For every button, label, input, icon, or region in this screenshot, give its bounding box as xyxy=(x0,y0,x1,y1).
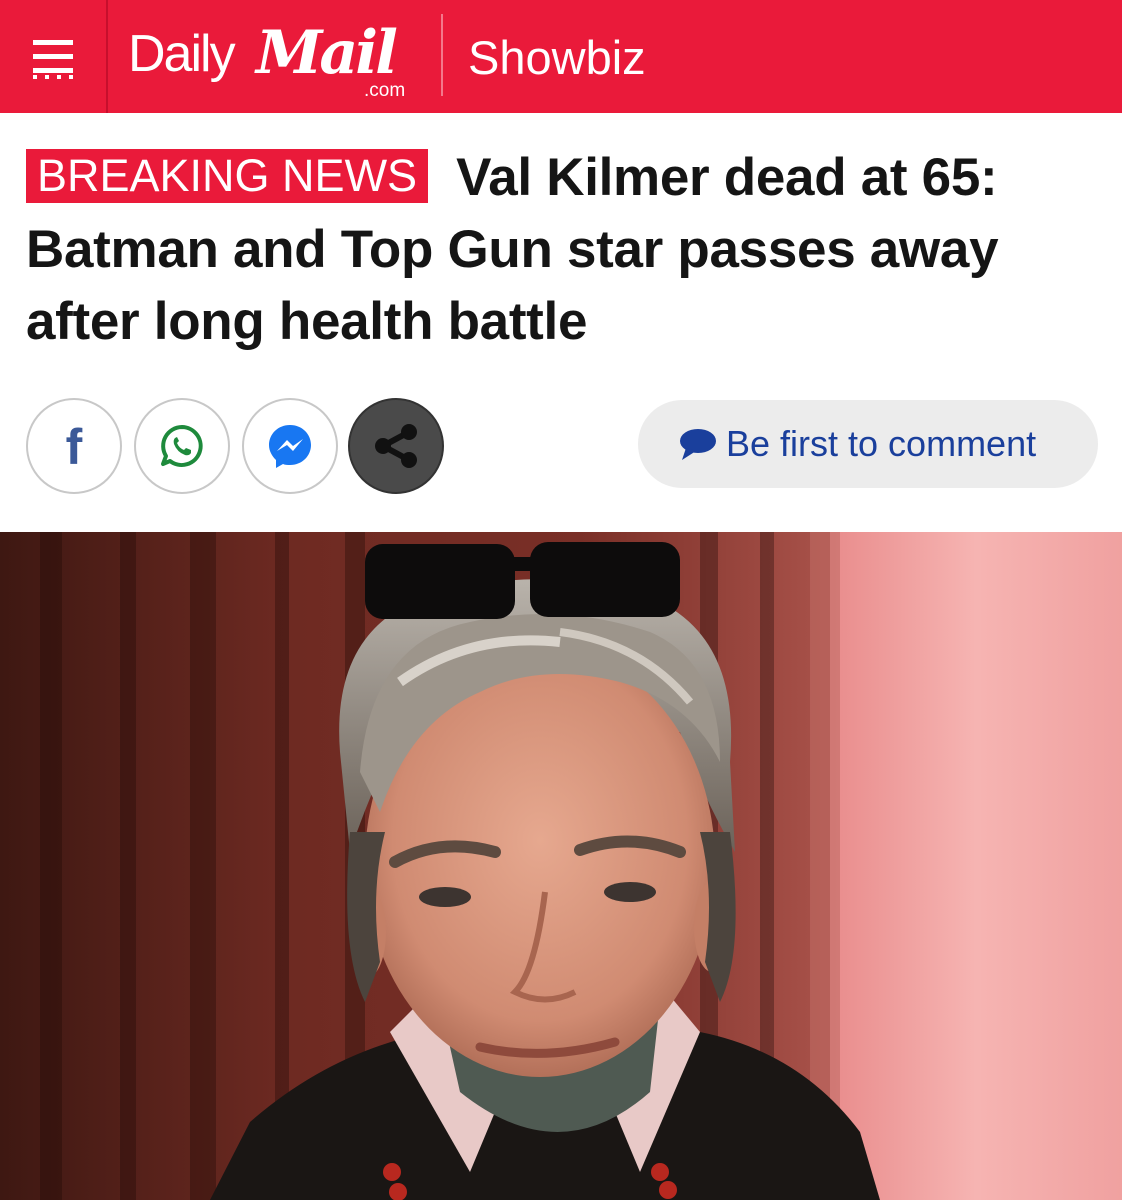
article-photo xyxy=(0,532,1122,1200)
header-divider xyxy=(106,0,108,113)
site-header: Daily Mail .com Showbiz xyxy=(0,0,1122,113)
more-share-button[interactable] xyxy=(348,398,444,494)
header-divider-secondary xyxy=(441,14,443,96)
breaking-news-badge: BREAKING NEWS xyxy=(26,149,429,203)
logo-daily-text: Daily xyxy=(128,25,236,83)
svg-text:f: f xyxy=(66,420,83,472)
messenger-share-button[interactable] xyxy=(242,398,338,494)
logo-mail-text: Mail xyxy=(256,18,398,88)
facebook-share-button[interactable]: f xyxy=(26,398,122,494)
comment-bubble-icon xyxy=(680,429,716,460)
whatsapp-share-button[interactable] xyxy=(134,398,230,494)
menu-button[interactable] xyxy=(0,0,106,113)
messenger-icon xyxy=(269,425,311,468)
facebook-icon: f xyxy=(66,420,83,472)
whatsapp-icon xyxy=(161,425,203,467)
site-logo[interactable]: Daily Mail .com xyxy=(128,18,428,104)
share-icon xyxy=(375,424,417,468)
section-link[interactable]: Showbiz xyxy=(468,30,646,85)
hamburger-menu-icon xyxy=(33,39,73,79)
share-bar: f Be first to comment xyxy=(26,398,1106,494)
comments-label: Be first to comment xyxy=(726,423,1037,464)
comments-button[interactable]: Be first to comment xyxy=(638,400,1098,488)
logo-domain-text: .com xyxy=(364,80,406,101)
article-headline: BREAKING NEWS Val Kilmer dead at 65: Batm… xyxy=(26,142,1106,358)
